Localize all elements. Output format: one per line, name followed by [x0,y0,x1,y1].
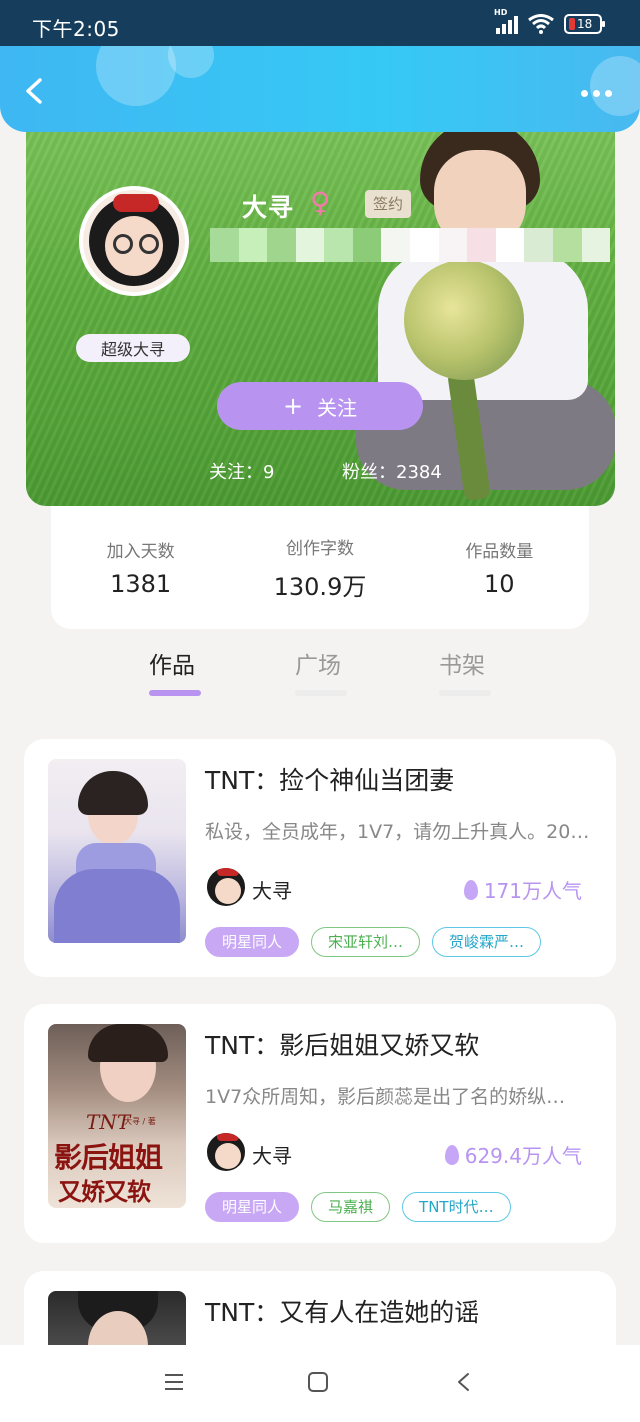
book-description: 1V7众所周知，影后颜蕊是出了名的娇纵… [205,1086,566,1108]
battery-icon: 18 [564,14,605,34]
cover-text-sub: 大寻 / 著 [124,1117,156,1126]
author-avatar-small [205,866,247,908]
app-header [0,46,640,132]
book-title[interactable]: TNT：又有人在造她的谣 [205,1293,479,1329]
female-icon: ♀ [310,186,331,219]
stat-label: 作品数量 [465,542,534,562]
stat-work-count: 作品数量 10 [424,537,574,598]
book-tag[interactable]: 明星同人 [205,927,300,957]
author-avatar[interactable] [79,186,189,296]
book-cover[interactable]: TNT 大寻 / 著 影后姐姐 又娇又软 [48,1024,186,1208]
profile-banner [26,110,615,506]
popularity-value: 629.4万人气 [464,1144,582,1168]
tab-indicator [439,690,491,696]
tab-bookshelf[interactable]: 书架 [439,646,491,696]
popularity-value: 171万人气 [483,879,582,903]
stat-value: 130.9万 [273,572,367,601]
stat-label: 加入天数 [106,542,175,562]
book-card[interactable]: TNT：捡个神仙当团妻 私设，全员成年，1V7，请勿上升真人。20… 大寻 17… [24,739,616,977]
tab-works[interactable]: 作品 [149,646,201,696]
status-icons: HD 18 [494,8,605,34]
stat-word-count: 创作字数 130.9万 [245,534,395,602]
tab-indicator [149,690,201,696]
flame-icon [463,879,478,900]
following-count[interactable]: 关注：9 [209,458,274,484]
more-button[interactable] [581,90,612,97]
wifi-icon [528,14,554,34]
network-type-label: HD [494,8,508,17]
book-tag[interactable]: 宋亚轩刘… [311,927,421,957]
battery-level: 18 [577,17,593,31]
more-dot-icon [605,90,612,97]
book-description: 私设，全员成年，1V7，请勿上升真人。20… [205,821,590,843]
book-title[interactable]: TNT：捡个神仙当团妻 [205,761,454,797]
author-avatar-small [205,1131,247,1173]
stat-value: 10 [484,570,515,598]
book-cover[interactable] [48,759,186,943]
status-time: 下午2:05 [32,17,120,41]
level-badge: 超级大寻 [76,334,190,362]
tab-label: 广场 [295,653,341,679]
flame-icon [444,1144,459,1165]
tab-square[interactable]: 广场 [295,646,347,696]
back-triangle-icon[interactable] [453,1371,475,1393]
menu-icon[interactable] [163,1371,185,1393]
signed-badge: 签约 [365,190,412,218]
system-nav-bar [0,1345,640,1422]
popularity: 629.4万人气 [444,1140,582,1169]
stats-card: 加入天数 1381 创作字数 130.9万 作品数量 10 [51,506,589,629]
book-tag[interactable]: 贺峻霖严… [432,927,542,957]
book-tags: 明星同人 宋亚轩刘… 贺峻霖严… [205,927,542,957]
book-tag[interactable]: 马嘉祺 [311,1192,391,1222]
book-title[interactable]: TNT：影后姐姐又娇又软 [205,1026,479,1062]
mosaic-blur [210,228,611,262]
book-tag[interactable]: TNT时代… [402,1192,511,1222]
book-tags: 明星同人 马嘉祺 TNT时代… [205,1192,511,1222]
cover-text-line2: 又娇又软 [58,1178,151,1206]
cover-text-line1: 影后姐姐 [54,1141,163,1174]
book-tag[interactable]: 明星同人 [205,1192,300,1222]
banner-photo [356,110,615,506]
plus-icon: + [282,392,304,420]
stat-value: 1381 [110,570,172,598]
fans-count[interactable]: 粉丝：2384 [342,458,442,484]
stat-join-days: 加入天数 1381 [66,537,216,598]
status-bar: 下午2:05 HD 18 [0,0,640,48]
tab-indicator [295,690,347,696]
signal-icon: HD [494,8,518,34]
more-dot-icon [593,90,600,97]
back-button[interactable] [20,76,50,106]
tab-label: 作品 [149,653,195,679]
book-card[interactable]: TNT 大寻 / 著 影后姐姐 又娇又软 TNT：影后姐姐又娇又软 1V7众所周… [24,1004,616,1243]
more-dot-icon [581,90,588,97]
profile-tabs: 作品 广场 书架 [0,640,640,712]
tab-label: 书架 [439,653,485,679]
follow-button-label: 关注 [317,395,358,420]
book-author: 大寻 [252,1144,292,1168]
author-name: 大寻 [242,193,295,222]
follow-button[interactable]: + 关注 [217,382,423,430]
book-author: 大寻 [252,879,292,903]
home-square-icon[interactable] [307,1371,329,1393]
popularity: 171万人气 [463,875,582,904]
stat-label: 创作字数 [285,538,354,559]
